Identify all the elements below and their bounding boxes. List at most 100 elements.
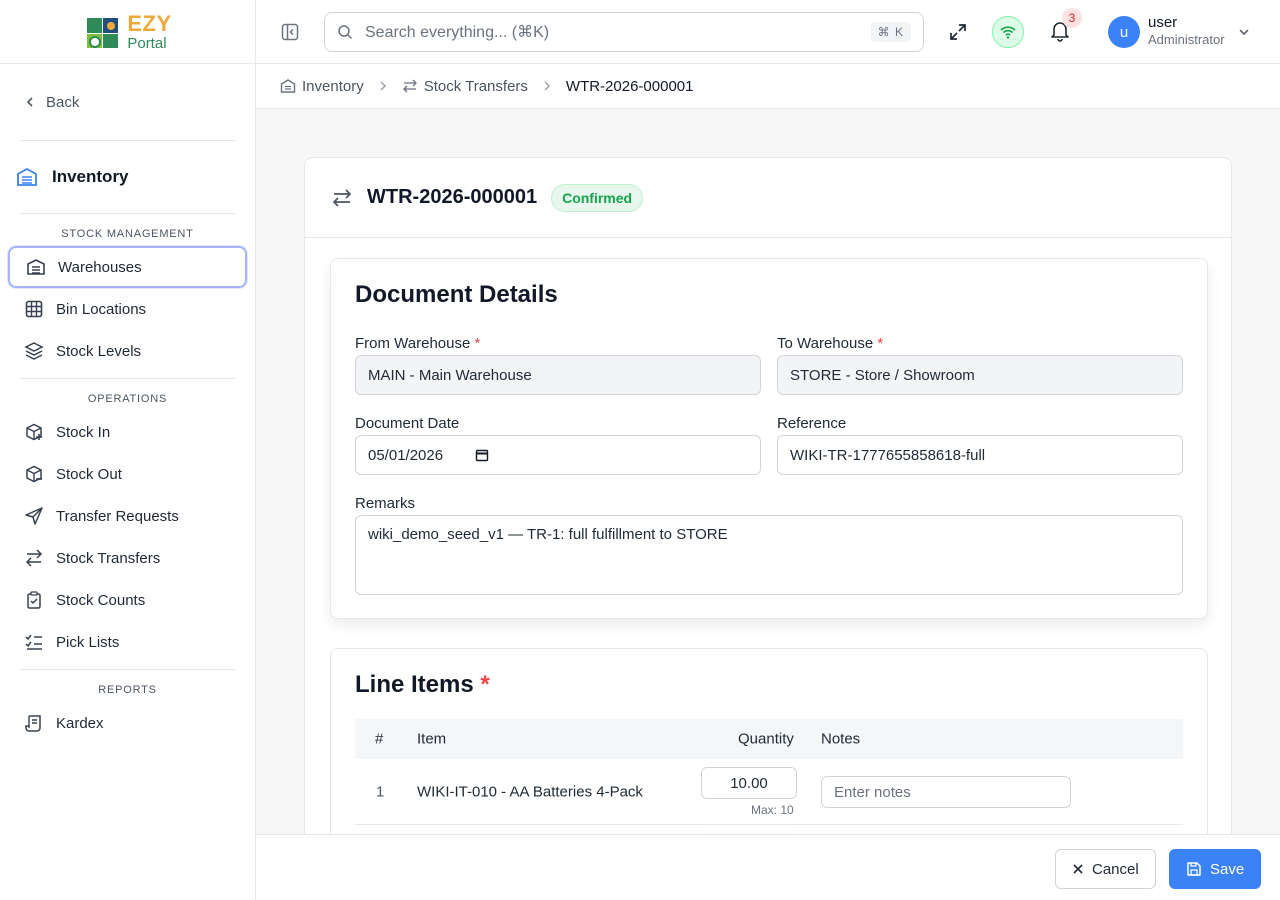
row-index: 1 — [376, 783, 385, 800]
sidebar-item-stock-in[interactable]: Stock In — [8, 411, 247, 453]
breadcrumb-item-stock-transfers[interactable]: Stock Transfers — [402, 78, 528, 95]
document-header: WTR-2026-000001 Confirmed — [305, 158, 1231, 238]
chevron-down-icon[interactable] — [1238, 26, 1250, 38]
user-menu[interactable]: user Administrator — [1148, 14, 1225, 48]
breadcrumb-label: Inventory — [302, 77, 364, 95]
table-header: # Item Quantity Notes — [355, 719, 1183, 759]
list-check-icon — [25, 634, 42, 650]
column-header-notes: Notes — [821, 730, 861, 748]
sidebar: EZY Portal Back Inventory STOCK MANAGEME… — [0, 0, 256, 900]
section-title: Line Items * — [355, 671, 490, 699]
package-plus-icon — [26, 423, 42, 441]
search-icon — [338, 25, 353, 40]
sidebar-item-transfer-requests[interactable]: Transfer Requests — [8, 495, 247, 537]
save-button[interactable]: Save — [1169, 849, 1262, 889]
breadcrumb-label: Stock Transfers — [423, 77, 528, 95]
required-mark: * — [480, 671, 490, 698]
notification-badge: 3 — [1062, 8, 1082, 28]
module-title: Inventory — [0, 141, 255, 213]
document-details-panel: Document Details From Warehouse * MAIN -… — [330, 258, 1208, 619]
logo-text-bottom: Portal — [127, 34, 167, 52]
arrows-left-right-icon — [402, 79, 417, 93]
required-mark: * — [877, 335, 884, 352]
wifi-icon — [1000, 26, 1016, 39]
app-logo[interactable]: EZY Portal — [83, 12, 171, 52]
clipboard-check-icon — [27, 591, 41, 609]
sidebar-item-label: Stock In — [56, 423, 111, 441]
section-label-stock-management: STOCK MANAGEMENT — [61, 228, 194, 240]
connection-status[interactable] — [992, 16, 1024, 48]
label-text: To Warehouse — [777, 335, 874, 352]
warehouse-icon — [280, 79, 296, 93]
grid-icon — [25, 300, 43, 318]
label-text: From Warehouse — [355, 335, 471, 352]
sidebar-item-warehouses[interactable]: Warehouses — [8, 246, 247, 288]
sidebar-item-bin-locations[interactable]: Bin Locations — [8, 288, 247, 330]
from-warehouse-label: From Warehouse * — [355, 335, 480, 352]
sidebar-item-label: Kardex — [56, 714, 104, 732]
required-mark: * — [474, 335, 481, 352]
sidebar-item-label: Stock Counts — [56, 591, 146, 609]
sidebar-item-stock-transfers[interactable]: Stock Transfers — [8, 537, 247, 579]
sidebar-item-label: Stock Transfers — [56, 549, 161, 567]
page-title: WTR-2026-000001 — [367, 186, 538, 208]
breadcrumb-item-inventory[interactable]: Inventory — [280, 78, 364, 95]
document-date-label: Document Date — [355, 415, 460, 432]
form-footer: Cancel Save — [256, 834, 1280, 900]
sidebar-item-label: Stock Levels — [56, 342, 142, 360]
sidebar-item-pick-lists[interactable]: Pick Lists — [8, 621, 247, 663]
section-label-operations: OPERATIONS — [87, 393, 168, 405]
back-link[interactable]: Back — [0, 64, 255, 140]
sidebar-item-label: Transfer Requests — [56, 507, 179, 525]
sidebar-item-kardex[interactable]: Kardex — [8, 702, 247, 744]
remarks-textarea[interactable]: wiki_demo_seed_v1 — TR-1: full fulfillme… — [355, 515, 1183, 595]
chevron-right-icon — [380, 81, 386, 91]
document-date-field[interactable]: 05/01/2026 — [355, 435, 761, 475]
avatar[interactable]: u — [1108, 16, 1140, 48]
sidebar-item-stock-out[interactable]: Stock Out — [8, 453, 247, 495]
to-warehouse-field[interactable]: STORE - Store / Showroom — [777, 355, 1183, 395]
sidebar-toggle-icon[interactable] — [280, 22, 300, 42]
column-header-item: Item — [417, 730, 447, 748]
layers-icon — [24, 342, 44, 360]
breadcrumb-item-current: WTR-2026-000001 — [565, 77, 694, 95]
arrows-left-right-icon — [332, 188, 352, 207]
calendar-icon — [475, 449, 489, 462]
section-title: Document Details — [355, 281, 558, 308]
sidebar-item-label: Pick Lists — [56, 633, 120, 651]
cancel-button[interactable]: Cancel — [1055, 849, 1156, 889]
row-item: WIKI-IT-010 - AA Batteries 4-Pack — [417, 783, 643, 800]
remarks-label: Remarks — [355, 495, 416, 512]
module-title-text: Inventory — [52, 167, 129, 186]
top-bar: Search everything... (⌘K) ⌘ K 3 u user A… — [256, 0, 1280, 64]
logo-bar: EZY Portal — [0, 0, 255, 64]
scroll-icon — [25, 715, 41, 732]
chevron-right-icon — [544, 81, 550, 91]
search-shortcut: ⌘ K — [870, 22, 911, 42]
sidebar-item-label: Warehouses — [58, 258, 142, 276]
fullscreen-icon[interactable] — [948, 22, 968, 42]
notes-input[interactable]: Enter notes — [821, 776, 1071, 808]
from-warehouse-field[interactable]: MAIN - Main Warehouse — [355, 355, 761, 395]
sidebar-item-stock-counts[interactable]: Stock Counts — [8, 579, 247, 621]
column-header-quantity: Quantity — [738, 730, 794, 748]
reference-field[interactable]: WIKI-TR-1777655858618-full — [777, 435, 1183, 475]
status-badge: Confirmed — [551, 183, 644, 212]
sidebar-item-label: Stock Out — [56, 465, 122, 483]
table-row: 1 WIKI-IT-010 - AA Batteries 4-Pack 10.0… — [355, 759, 1183, 825]
breadcrumb: Inventory Stock Transfers WTR-2026-00000… — [256, 64, 1280, 109]
logo-icon — [87, 17, 119, 48]
section-title-text: Line Items — [355, 671, 474, 698]
quantity-input[interactable]: 10.00 — [701, 767, 797, 799]
button-label: Save — [1210, 860, 1245, 878]
search-input[interactable]: Search everything... (⌘K) ⌘ K — [324, 12, 924, 52]
date-value: 05/01/2026 — [368, 446, 444, 464]
quantity-max: Max: 10 — [751, 803, 794, 817]
logo-text-top: EZY — [127, 10, 172, 36]
back-label: Back — [46, 93, 80, 111]
section-label-reports: REPORTS — [98, 684, 157, 696]
sidebar-item-stock-levels[interactable]: Stock Levels — [8, 330, 247, 372]
warehouse-icon — [17, 167, 37, 186]
reference-label: Reference — [777, 415, 847, 432]
chevron-left-icon — [26, 97, 33, 107]
